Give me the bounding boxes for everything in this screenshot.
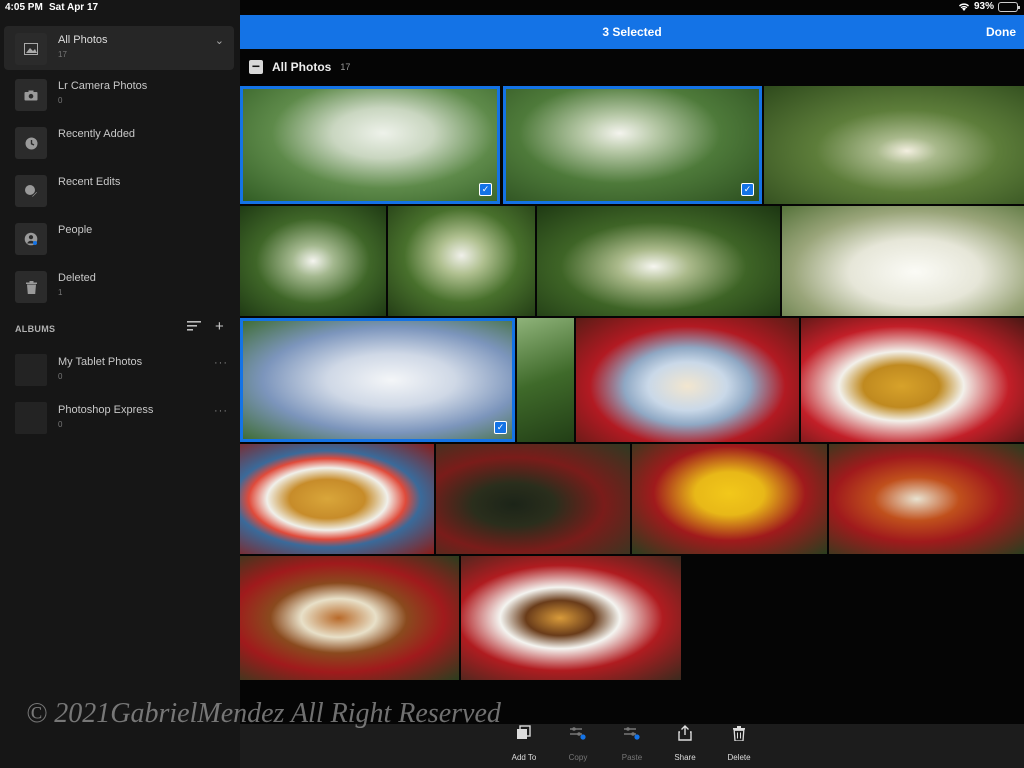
status-date: Sat Apr 17 [49, 2, 99, 13]
delete-label: Delete [727, 753, 751, 762]
more-options-icon[interactable]: ··· [214, 357, 228, 369]
copy-button[interactable]: Copy [553, 724, 603, 768]
photo-thumbnail[interactable]: ✓ [503, 86, 762, 204]
checkmark-icon[interactable]: ✓ [494, 421, 507, 434]
sidebar-item-recent-edits[interactable]: Recent Edits [0, 168, 240, 212]
edit-icon [15, 175, 47, 207]
person-icon [15, 223, 47, 255]
album-item-photoshop-express[interactable]: Photoshop Express 0 ··· [0, 396, 240, 440]
trash-icon [714, 724, 764, 746]
photo-thumbnail[interactable] [576, 318, 799, 442]
sidebar: All Photos 17 ⌄ Lr Camera Photos 0 Recen… [0, 0, 240, 768]
status-right: 93% [958, 1, 1020, 12]
grid-count: 17 [340, 62, 351, 72]
deselect-all-checkbox[interactable]: − [249, 59, 263, 74]
paste-settings-icon [607, 724, 657, 746]
sidebar-item-deleted[interactable]: Deleted 1 [0, 264, 240, 308]
checkmark-icon[interactable]: ✓ [479, 183, 492, 196]
bottom-toolbar: Add To Copy Paste Share Delete [240, 724, 1024, 768]
sidebar-item-label: People [58, 224, 93, 236]
photo-thumbnail[interactable] [388, 206, 535, 316]
copy-label: Copy [568, 753, 588, 762]
sidebar-item-lr-camera-photos[interactable]: Lr Camera Photos 0 [0, 72, 240, 116]
grid-title: All Photos [272, 60, 332, 74]
photo-thumbnail[interactable]: ✓ [240, 86, 500, 204]
sidebar-item-label: Deleted [58, 272, 96, 284]
photo-thumbnail[interactable] [632, 444, 827, 554]
photo-thumbnail[interactable] [436, 444, 630, 554]
share-button[interactable]: Share [660, 724, 710, 768]
photo-thumbnail[interactable] [240, 556, 459, 680]
sidebar-item-count: 0 [58, 96, 63, 105]
done-button[interactable]: Done [986, 15, 1016, 49]
add-to-icon [499, 724, 549, 746]
photo-thumbnail[interactable] [537, 206, 780, 316]
status-bar: 4:05 PM Sat Apr 17 93% [0, 0, 1024, 15]
sidebar-item-label: All Photos [58, 34, 108, 46]
photo-thumbnail[interactable] [240, 206, 386, 316]
sidebar-item-label: Lr Camera Photos [58, 80, 148, 92]
sidebar-item-all-photos[interactable]: All Photos 17 ⌄ [4, 26, 234, 70]
photo-thumbnail[interactable] [240, 444, 434, 554]
sidebar-item-label: Recent Edits [58, 176, 121, 188]
album-count: 0 [58, 420, 63, 429]
chevron-down-icon[interactable]: ⌄ [215, 34, 224, 47]
add-album-icon[interactable]: + [215, 318, 224, 335]
copy-settings-icon [553, 724, 603, 746]
wifi-icon [958, 2, 969, 11]
trash-icon [15, 271, 47, 303]
photo-thumbnail[interactable]: ✓ [240, 318, 515, 442]
share-label: Share [674, 753, 696, 762]
delete-button[interactable]: Delete [714, 724, 764, 768]
more-options-icon[interactable]: ··· [214, 405, 228, 417]
albums-header: ALBUMS [15, 324, 56, 334]
photo-thumbnail[interactable] [461, 556, 681, 680]
album-label: My Tablet Photos [58, 356, 143, 368]
add-to-button[interactable]: Add To [499, 724, 549, 768]
selection-bar: 3 Selected Done [240, 15, 1024, 49]
photo-thumbnail[interactable] [764, 86, 1024, 204]
album-item-my-tablet-photos[interactable]: My Tablet Photos 0 ··· [0, 348, 240, 392]
share-icon [660, 724, 710, 746]
sidebar-item-count: 1 [58, 288, 63, 297]
photo-thumbnail[interactable] [517, 318, 574, 442]
photo-thumbnail[interactable] [801, 318, 1024, 442]
selected-count-title: 3 Selected [602, 25, 662, 39]
sidebar-item-recently-added[interactable]: Recently Added [0, 120, 240, 164]
album-thumbnail [15, 402, 47, 434]
sidebar-item-count: 17 [58, 50, 67, 59]
paste-label: Paste [621, 753, 643, 762]
checkmark-icon[interactable]: ✓ [741, 183, 754, 196]
sidebar-item-people[interactable]: People [0, 216, 240, 260]
clock-icon [15, 127, 47, 159]
paste-button[interactable]: Paste [607, 724, 657, 768]
watermark-text: © 2021GabrielMendez All Right Reserved [26, 698, 501, 729]
photos-icon [15, 33, 47, 65]
photo-thumbnail[interactable] [782, 206, 1024, 316]
album-count: 0 [58, 372, 63, 381]
status-time: 4:05 PM [5, 2, 43, 13]
sidebar-item-label: Recently Added [58, 128, 136, 140]
album-thumbnail [15, 354, 47, 386]
camera-icon [15, 79, 47, 111]
sort-icon[interactable] [187, 320, 201, 334]
album-label: Photoshop Express [58, 404, 154, 416]
grid-header: − All Photos 17 [249, 58, 350, 76]
add-to-label: Add To [511, 753, 537, 762]
battery-percent: 93% [973, 1, 994, 12]
battery-icon [998, 1, 1020, 12]
photo-thumbnail[interactable] [829, 444, 1024, 554]
